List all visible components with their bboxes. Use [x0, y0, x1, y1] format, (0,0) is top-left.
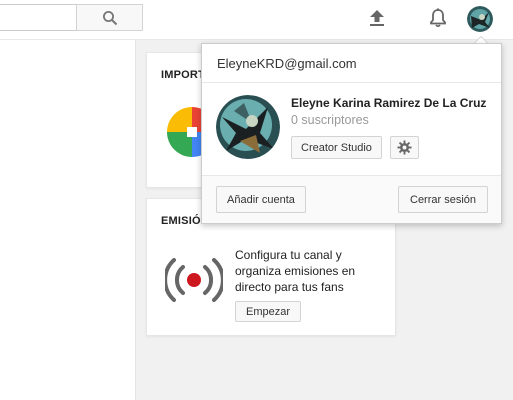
add-account-button[interactable]: Añadir cuenta — [216, 186, 306, 213]
bell-icon — [430, 8, 446, 28]
account-menu-footer: Añadir cuenta Cerrar sesión — [202, 175, 501, 223]
sign-out-button[interactable]: Cerrar sesión — [398, 186, 489, 213]
search-icon — [102, 10, 117, 25]
settings-button[interactable] — [390, 136, 419, 159]
live-card-description: Configura tu canal y organiza emisiones … — [235, 248, 356, 294]
upload-icon — [370, 10, 384, 26]
live-broadcast-icon — [165, 258, 223, 302]
top-bar — [0, 0, 513, 40]
search-button[interactable] — [76, 4, 143, 31]
account-avatar-large[interactable] — [216, 95, 280, 159]
left-guide-panel — [0, 40, 136, 400]
account-avatar-button[interactable] — [467, 6, 493, 32]
avatar-image — [467, 6, 493, 32]
account-menu-caret — [474, 36, 488, 43]
avatar-image — [216, 95, 280, 159]
search-input[interactable] — [0, 4, 76, 31]
menu-divider — [202, 82, 501, 83]
start-live-button[interactable]: Empezar — [235, 301, 302, 322]
gear-icon — [397, 140, 412, 155]
account-email: EleyneKRD@gmail.com — [217, 56, 357, 71]
account-display-name: Eleyne Karina Ramirez De La Cruz — [291, 96, 487, 110]
upload-button[interactable] — [366, 6, 388, 30]
creator-studio-button[interactable]: Creator Studio — [291, 136, 382, 159]
notifications-button[interactable] — [427, 6, 449, 30]
import-card-title: IMPORT — [161, 69, 205, 81]
account-menu: EleyneKRD@gmail.com Eleyne Karina Ramire… — [201, 43, 502, 224]
subscriber-count: 0 suscriptores — [291, 113, 369, 127]
